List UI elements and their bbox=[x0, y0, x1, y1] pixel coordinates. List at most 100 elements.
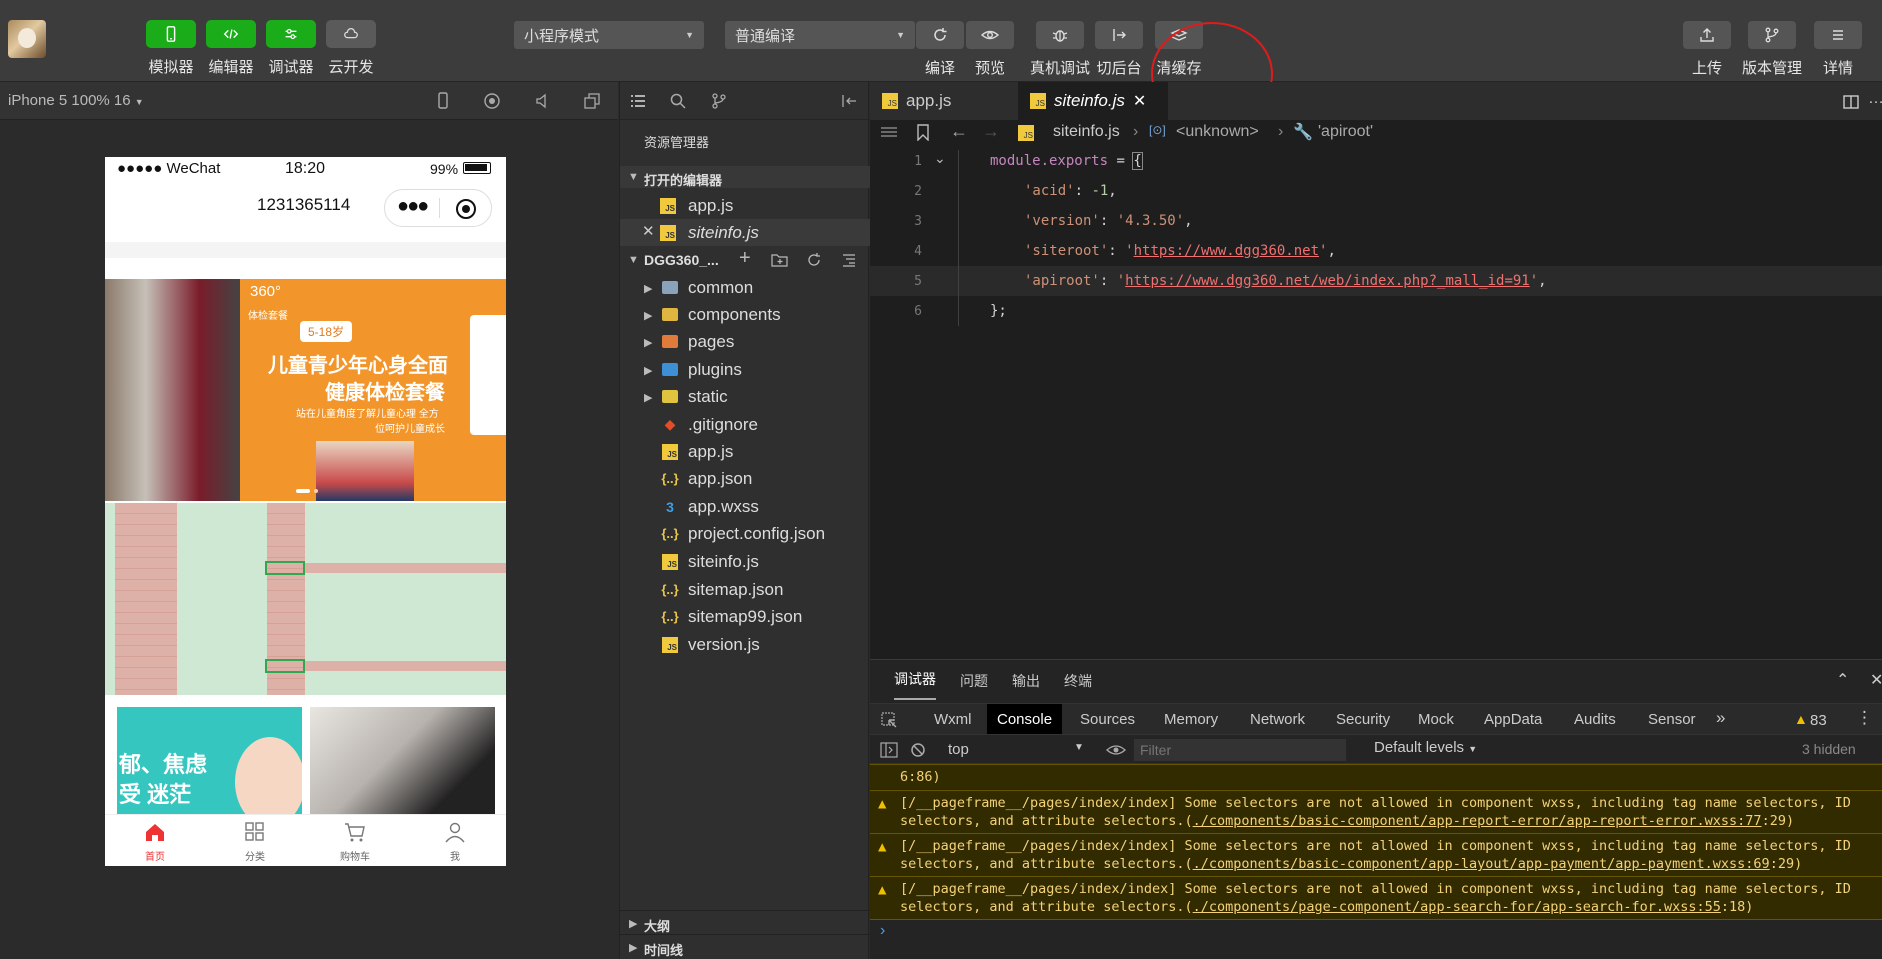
warning-link[interactable]: ./components/basic-component/app-layout/… bbox=[1193, 856, 1770, 872]
details-button[interactable]: 详情 bbox=[1814, 21, 1862, 78]
compile-select[interactable]: 普通编译 ▼ bbox=[725, 21, 915, 49]
code-line-1[interactable]: module.exports = { bbox=[990, 152, 1143, 170]
devtab-sensor[interactable]: Sensor bbox=[1638, 704, 1706, 734]
new-folder-icon[interactable] bbox=[771, 252, 789, 268]
popout-icon[interactable] bbox=[583, 92, 601, 110]
open-editor-app-js[interactable]: JS app.js bbox=[620, 192, 870, 219]
list-icon[interactable] bbox=[629, 92, 647, 110]
tab-output[interactable]: 输出 bbox=[1012, 660, 1040, 702]
editor-toggle[interactable]: 编辑器 bbox=[206, 20, 256, 77]
file-gitignore[interactable]: ◆ .gitignore bbox=[620, 411, 870, 438]
version-button[interactable]: 版本管理 bbox=[1742, 21, 1802, 78]
source-control-icon[interactable] bbox=[710, 92, 728, 110]
tab-siteinfo-js[interactable]: JS siteinfo.js ✕ bbox=[1018, 82, 1168, 120]
file-sitemap99-json[interactable]: {..} sitemap99.json bbox=[620, 603, 870, 630]
breadcrumb-file[interactable]: siteinfo.js bbox=[1053, 123, 1120, 141]
close-capsule-icon[interactable] bbox=[456, 199, 476, 219]
cloud-dev-button[interactable]: 云开发 bbox=[326, 20, 376, 77]
remote-debug-button[interactable]: 真机调试 bbox=[1030, 21, 1090, 78]
devtab-security[interactable]: Security bbox=[1326, 704, 1400, 734]
simulator-toggle[interactable]: 模拟器 bbox=[146, 20, 196, 77]
devtab-wxml[interactable]: Wxml bbox=[924, 704, 982, 734]
close-icon[interactable]: ✕ bbox=[1870, 670, 1882, 690]
banner-swiper[interactable]: 360° 体检套餐 5-18岁 儿童青少年心身全面 健康体检套餐 站在儿童角度了… bbox=[105, 279, 506, 501]
inspect-icon[interactable] bbox=[880, 711, 898, 729]
collapse-all-icon[interactable] bbox=[841, 252, 857, 268]
open-editor-siteinfo-js[interactable]: ✕ JS siteinfo.js bbox=[620, 219, 870, 246]
split-editor-icon[interactable] bbox=[1842, 93, 1860, 111]
record-icon[interactable] bbox=[483, 92, 501, 110]
user-avatar[interactable] bbox=[8, 20, 46, 58]
forward-arrow-icon[interactable]: → bbox=[982, 121, 1000, 142]
collapse-panel-icon[interactable] bbox=[840, 92, 858, 110]
search-icon[interactable] bbox=[669, 92, 687, 110]
tab-problems[interactable]: 问题 bbox=[960, 660, 988, 702]
file-app-js[interactable]: JS app.js bbox=[620, 438, 870, 465]
kebab-menu-icon[interactable]: ⋮ bbox=[1856, 708, 1873, 728]
folder-pages[interactable]: ▶ pages bbox=[620, 328, 870, 355]
more-actions-icon[interactable]: … bbox=[1868, 90, 1882, 108]
clear-console-icon[interactable] bbox=[910, 742, 926, 758]
sound-icon[interactable] bbox=[534, 92, 552, 110]
project-header[interactable]: ▼ DGG360_... + bbox=[620, 247, 870, 273]
file-app-wxss[interactable]: 3 app.wxss bbox=[620, 493, 870, 520]
console-prompt-icon[interactable]: › bbox=[880, 922, 885, 940]
folder-static[interactable]: ▶ static bbox=[620, 383, 870, 410]
devtab-memory[interactable]: Memory bbox=[1154, 704, 1228, 734]
folder-common[interactable]: ▶ common bbox=[620, 274, 870, 301]
file-siteinfo-js[interactable]: JS siteinfo.js bbox=[620, 548, 870, 575]
timeline-section[interactable]: ▶ 时间线 bbox=[620, 934, 870, 958]
tab-terminal[interactable]: 终端 bbox=[1064, 660, 1092, 702]
tab-category[interactable]: 分类 bbox=[205, 815, 305, 866]
device-select[interactable]: iPhone 5 100% 16 ▼ bbox=[8, 92, 144, 109]
mode-select[interactable]: 小程序模式 ▼ bbox=[514, 21, 704, 49]
code-link[interactable]: https://www.dgg360.net bbox=[1134, 243, 1319, 259]
upload-button[interactable]: 上传 bbox=[1683, 21, 1731, 78]
context-select[interactable]: top ▼ bbox=[936, 738, 1092, 762]
code-line-4[interactable]: 'siteroot': 'https://www.dgg360.net', bbox=[1024, 243, 1336, 259]
new-file-icon[interactable]: + bbox=[739, 247, 751, 270]
preview-button[interactable]: 预览 bbox=[966, 21, 1014, 78]
console-warning[interactable]: ▲ [/__pageframe__/pages/index/index] Some… bbox=[870, 833, 1882, 876]
list-icon[interactable] bbox=[880, 125, 898, 141]
breadcrumb-prop[interactable]: 'apiroot' bbox=[1318, 123, 1373, 141]
devtab-audits[interactable]: Audits bbox=[1564, 704, 1626, 734]
tab-debugger[interactable]: 调试器 bbox=[894, 660, 936, 700]
close-icon[interactable]: ✕ bbox=[1133, 91, 1146, 111]
devtab-console[interactable]: Console bbox=[987, 704, 1063, 734]
devtab-appdata[interactable]: AppData bbox=[1474, 704, 1552, 734]
devtab-sources[interactable]: Sources bbox=[1070, 704, 1145, 734]
debugger-toggle[interactable]: 调试器 bbox=[266, 20, 316, 77]
levels-select[interactable]: Default levels ▼ bbox=[1374, 739, 1477, 756]
back-arrow-icon[interactable]: ← bbox=[950, 121, 968, 142]
more-icon[interactable]: ●●● bbox=[397, 195, 429, 218]
bookmark-icon[interactable] bbox=[916, 124, 930, 141]
tab-me[interactable]: 我 bbox=[405, 815, 505, 866]
file-version-js[interactable]: JS version.js bbox=[620, 631, 870, 658]
code-line-2[interactable]: 'acid': -1, bbox=[1024, 183, 1117, 199]
warning-link[interactable]: ./components/page-component/app-search-f… bbox=[1193, 899, 1721, 915]
file-project-config[interactable]: {..} project.config.json bbox=[620, 520, 870, 547]
code-line-5[interactable]: 'apiroot': 'https://www.dgg360.net/web/i… bbox=[1024, 273, 1547, 289]
breadcrumb-object[interactable]: <unknown> bbox=[1176, 123, 1259, 141]
capsule-menu[interactable]: ●●● bbox=[384, 189, 492, 227]
tab-home[interactable]: 首页 bbox=[105, 815, 205, 866]
tab-cart[interactable]: 购物车 bbox=[305, 815, 405, 866]
devtab-network[interactable]: Network bbox=[1240, 704, 1315, 734]
file-app-json[interactable]: {..} app.json bbox=[620, 465, 870, 492]
code-line-3[interactable]: 'version': '4.3.50', bbox=[1024, 213, 1193, 229]
eye-icon[interactable] bbox=[1106, 742, 1126, 758]
console-warning[interactable]: ▲ [/__pageframe__/pages/index/index] Some… bbox=[870, 876, 1882, 920]
more-tabs-icon[interactable]: » bbox=[1716, 708, 1725, 728]
code-link[interactable]: https://www.dgg360.net/web/index.php?_ma… bbox=[1125, 273, 1530, 289]
compile-button[interactable]: 编译 bbox=[916, 21, 964, 78]
close-icon[interactable]: ✕ bbox=[642, 222, 655, 240]
sidebar-toggle-icon[interactable] bbox=[880, 742, 898, 758]
background-button[interactable]: 切后台 bbox=[1095, 21, 1143, 78]
outline-section[interactable]: ▶ 大纲 bbox=[620, 910, 870, 934]
fold-chevron-icon[interactable]: ⌄ bbox=[934, 150, 946, 167]
refresh-icon[interactable] bbox=[806, 252, 822, 268]
phone-icon[interactable] bbox=[434, 92, 452, 110]
devtab-mock[interactable]: Mock bbox=[1408, 704, 1464, 734]
file-sitemap-json[interactable]: {..} sitemap.json bbox=[620, 576, 870, 603]
